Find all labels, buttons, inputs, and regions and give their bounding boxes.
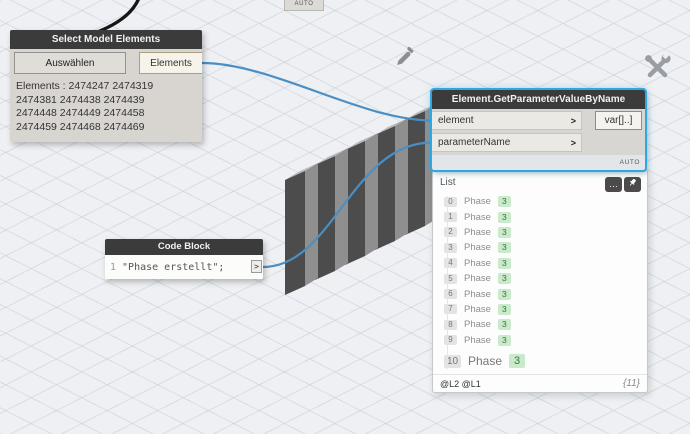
row-index-badge: 5 bbox=[444, 273, 457, 284]
3d-geometry bbox=[285, 103, 438, 295]
preview-pin-button[interactable] bbox=[624, 177, 641, 192]
preview-list-label: List bbox=[440, 177, 456, 188]
preview-row: 8 Phase 3 bbox=[433, 317, 647, 332]
node-title[interactable]: Code Block bbox=[105, 239, 263, 255]
row-value: Phase bbox=[464, 334, 491, 346]
node-body: Auswählen Elements Elements : 2474247 24… bbox=[10, 49, 202, 142]
dynamo-canvas[interactable]: AUTO List … 0 Phase 3 1 Phase 3 2 Phase … bbox=[0, 0, 690, 434]
row-count-badge: 3 bbox=[497, 257, 511, 269]
row-index-badge: 6 bbox=[444, 289, 457, 300]
geometry-fin bbox=[345, 133, 378, 265]
preview-rows: 0 Phase 3 1 Phase 3 2 Phase 3 3 Phase 3 4 Phase 3 5 Phas… bbox=[433, 194, 647, 371]
row-value: Phase bbox=[468, 354, 503, 369]
row-count-badge: 3 bbox=[497, 334, 511, 346]
row-value: Phase bbox=[464, 288, 491, 300]
row-index-badge: 4 bbox=[444, 258, 457, 269]
node-body[interactable]: 1 "Phase erstellt"; > bbox=[105, 255, 263, 279]
selection-info: Elements : 2474247 2474319 2474381 24744… bbox=[10, 74, 202, 142]
row-value: Phase bbox=[464, 211, 491, 223]
node-title[interactable]: Select Model Elements bbox=[10, 30, 202, 49]
preview-row: 4 Phase 3 bbox=[433, 256, 647, 271]
tools-icon bbox=[642, 51, 672, 87]
row-count-badge: 3 bbox=[497, 273, 511, 285]
row-count-badge: 3 bbox=[497, 288, 511, 300]
node-code-block[interactable]: Code Block 1 "Phase erstellt"; > bbox=[105, 239, 263, 279]
row-index-badge: 1 bbox=[444, 212, 457, 223]
lacing-indicator[interactable]: AUTO bbox=[432, 155, 645, 170]
preview-row: 7 Phase 3 bbox=[433, 302, 647, 317]
row-count-badge: 3 bbox=[509, 354, 526, 369]
preview-row: 6 Phase 3 bbox=[433, 286, 647, 301]
preview-row: 5 Phase 3 bbox=[433, 271, 647, 286]
row-value: Phase bbox=[464, 273, 491, 285]
geometry-fin bbox=[315, 148, 348, 280]
line-number: 1 bbox=[110, 261, 117, 273]
offscreen-node-lacing-label: AUTO bbox=[284, 0, 324, 11]
preview-bubble[interactable]: List … 0 Phase 3 1 Phase 3 2 Phase 3 3 Phase 3 4 Phas… bbox=[432, 170, 648, 393]
output-port-elements[interactable]: Elements bbox=[139, 52, 202, 74]
preview-more-button[interactable]: … bbox=[605, 177, 622, 192]
row-value: Phase bbox=[464, 226, 491, 238]
row-count-badge: 3 bbox=[497, 319, 511, 331]
row-count-badge: 3 bbox=[497, 211, 511, 223]
row-index-badge: 7 bbox=[444, 304, 457, 315]
port-label: parameterName bbox=[438, 137, 511, 148]
geometry-fin bbox=[285, 163, 318, 295]
info-line: 2474381 2474438 2474439 bbox=[16, 93, 145, 106]
node-body: element > parameterName > var[]..] bbox=[432, 109, 645, 155]
preview-header: List … bbox=[433, 171, 647, 192]
row-count-badge: 3 bbox=[497, 226, 511, 238]
preview-row: 0 Phase 3 bbox=[433, 194, 647, 209]
port-arrow-icon: > bbox=[570, 137, 576, 148]
node-title[interactable]: Element.GetParameterValueByName bbox=[432, 90, 645, 109]
select-button[interactable]: Auswählen bbox=[14, 52, 126, 74]
row-count-badge: 3 bbox=[497, 303, 511, 315]
output-port-codeblock[interactable]: > bbox=[251, 260, 262, 273]
row-value: Phase bbox=[464, 319, 491, 331]
preview-row: 10 Phase 3 bbox=[433, 352, 647, 371]
row-value: Phase bbox=[464, 303, 491, 315]
code-text[interactable]: "Phase erstellt"; bbox=[122, 262, 224, 273]
output-port-var[interactable]: var[]..] bbox=[595, 111, 642, 130]
input-port-parametername[interactable]: parameterName > bbox=[432, 133, 582, 152]
node-get-parameter-value-by-name[interactable]: Element.GetParameterValueByName element … bbox=[430, 88, 647, 172]
preview-row: 3 Phase 3 bbox=[433, 240, 647, 255]
node-select-model-elements[interactable]: Select Model Elements Auswählen Elements… bbox=[10, 30, 202, 142]
row-count-badge: 3 bbox=[497, 196, 511, 208]
row-index-badge: 8 bbox=[444, 319, 457, 330]
info-line: 2474459 2474468 2474469 bbox=[16, 120, 145, 133]
row-value: Phase bbox=[464, 242, 491, 254]
indent-guide bbox=[447, 196, 448, 369]
preview-levels[interactable]: @L2 @L1 bbox=[440, 379, 481, 389]
row-index-badge: 0 bbox=[444, 196, 457, 207]
row-value: Phase bbox=[464, 257, 491, 269]
row-value: Phase bbox=[464, 196, 491, 208]
row-index-badge: 9 bbox=[444, 335, 457, 346]
preview-row: 1 Phase 3 bbox=[433, 209, 647, 224]
wire[interactable] bbox=[94, 0, 141, 35]
eyedropper-icon bbox=[393, 46, 415, 73]
row-index-badge: 3 bbox=[444, 242, 457, 253]
info-line: Elements : 2474247 2474319 bbox=[16, 80, 154, 92]
row-count-badge: 3 bbox=[497, 242, 511, 254]
row-index-badge: 2 bbox=[444, 227, 457, 238]
preview-row: 2 Phase 3 bbox=[433, 225, 647, 240]
preview-count: {11} bbox=[622, 378, 640, 389]
preview-footer: @L2 @L1 {11} bbox=[433, 374, 647, 392]
input-port-element[interactable]: element > bbox=[432, 111, 582, 130]
preview-row: 9 Phase 3 bbox=[433, 333, 647, 348]
info-line: 2474448 2474449 2474458 bbox=[16, 107, 145, 119]
pin-icon bbox=[629, 178, 636, 186]
geometry-fin bbox=[375, 118, 408, 250]
port-arrow-icon: > bbox=[570, 115, 576, 126]
port-label: element bbox=[438, 115, 474, 126]
